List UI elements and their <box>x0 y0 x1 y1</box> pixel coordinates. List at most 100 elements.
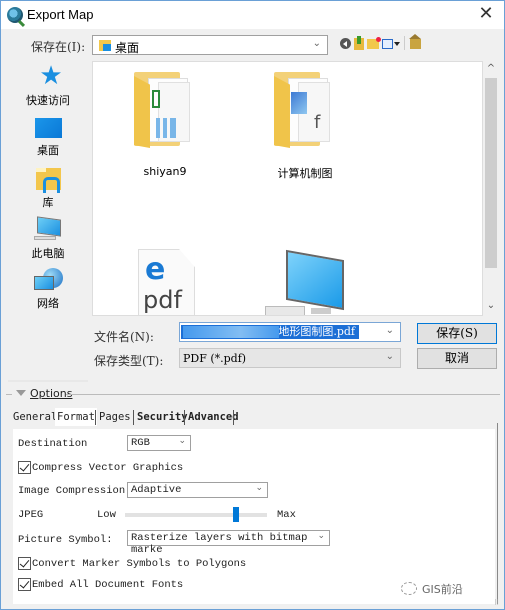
jpeg-max-label: Max <box>277 509 296 521</box>
place-label: 快速访问 <box>26 94 70 107</box>
options-section-header[interactable]: Options <box>6 387 500 401</box>
filetype-value: PDF (*.pdf) <box>183 352 247 365</box>
tab-divider <box>233 410 234 425</box>
jpeg-quality-slider-track[interactable] <box>125 513 267 517</box>
quick-access-star-icon: ★ <box>39 61 63 91</box>
tab-divider <box>184 410 185 425</box>
image-compression-label: Image Compression: <box>18 485 132 497</box>
file-name: shiyan9 <box>143 165 187 178</box>
keyboard-icon <box>265 306 305 315</box>
tab-pages[interactable]: Pages <box>97 408 133 426</box>
this-pc-icon <box>37 216 61 237</box>
places-bar: ★ 快速访问 桌面 库 此电脑 网络 <box>8 58 88 318</box>
tab-general[interactable]: General <box>11 408 59 426</box>
filetype-label: 保存类型(T): <box>94 354 164 368</box>
file-item-folder[interactable]: shiyan9 <box>120 72 210 182</box>
tab-security[interactable]: Security <box>135 408 190 426</box>
filename-input[interactable]: 地形图制图.pdf ⌄ <box>179 322 401 342</box>
chevron-down-icon: ⌄ <box>317 531 325 541</box>
edge-pdf-icon: e <box>145 252 166 287</box>
libraries-icon <box>36 168 61 193</box>
embed-fonts-checkbox[interactable] <box>18 578 31 591</box>
watermark-text: GIS前沿 <box>422 583 463 596</box>
convert-marker-checkbox[interactable] <box>18 557 31 570</box>
tab-divider <box>133 410 134 425</box>
jpeg-label: JPEG <box>18 509 44 521</box>
place-desktop[interactable]: 桌面 <box>8 116 88 160</box>
keyboard-icon <box>34 236 56 240</box>
tab-format[interactable]: Format <box>55 408 97 426</box>
destination-dropdown[interactable]: RGB ⌄ <box>127 435 191 451</box>
scroll-down-icon[interactable]: ⌄ <box>483 300 499 314</box>
divider <box>8 380 88 382</box>
image-compression-value: Adaptive <box>131 484 182 496</box>
scroll-thumb[interactable] <box>485 78 497 268</box>
destination-value: RGB <box>131 437 150 449</box>
picture-symbol-value: Rasterize layers with bitmap marke <box>131 532 308 556</box>
view-menu-dropdown-arrow-icon[interactable] <box>394 42 400 46</box>
file-list[interactable]: shiyan9 f 计算机制图 e pdf <box>92 61 483 316</box>
place-this-pc[interactable]: 此电脑 <box>8 216 88 262</box>
monitor-stand-icon <box>311 308 331 314</box>
desktop-icon <box>35 118 62 138</box>
network-icon <box>34 276 54 290</box>
convert-marker-label: Convert Marker Symbols to Polygons <box>32 558 247 570</box>
place-label: 此电脑 <box>31 247 65 260</box>
file-item-pdf[interactable]: e pdf <box>138 249 195 315</box>
window-title: Export Map <box>27 7 94 22</box>
place-label: 桌面 <box>37 144 59 157</box>
chevron-down-icon: ⌄ <box>178 436 186 446</box>
arcgis-app-icon <box>7 7 23 23</box>
divider <box>66 394 500 395</box>
save-in-dropdown[interactable]: 桌面 ⌄ <box>92 35 328 55</box>
new-folder-icon[interactable] <box>367 37 381 49</box>
divider <box>6 394 12 395</box>
back-icon[interactable] <box>340 38 351 49</box>
compress-vector-checkbox[interactable] <box>18 461 31 474</box>
tab-divider <box>95 410 96 425</box>
panel-border <box>497 423 498 604</box>
scroll-up-icon[interactable]: ^ <box>483 63 499 77</box>
file-list-scrollbar[interactable]: ^ ⌄ <box>483 61 499 316</box>
compress-vector-label: Compress Vector Graphics <box>32 462 184 474</box>
save-in-label: 保存在(I): <box>31 40 86 54</box>
home-icon[interactable] <box>409 34 421 49</box>
desktop-folder-icon <box>99 40 111 51</box>
pdf-ext-label: pdf <box>143 286 182 314</box>
filename-value: 地形图制图.pdf <box>278 325 355 338</box>
wechat-icon <box>401 582 417 595</box>
jpeg-low-label: Low <box>97 509 116 521</box>
filename-label: 文件名(N): <box>94 330 154 344</box>
close-button[interactable]: ✕ <box>476 4 496 24</box>
destination-label: Destination <box>18 438 88 450</box>
chevron-down-icon: ⌄ <box>385 351 394 362</box>
folder-icon <box>134 72 196 148</box>
chevron-down-icon[interactable]: ⌄ <box>386 325 394 336</box>
view-menu-icon[interactable] <box>382 39 393 49</box>
folder-icon: f <box>274 72 336 148</box>
embed-fonts-label: Embed All Document Fonts <box>32 579 184 591</box>
place-network[interactable]: 网络 <box>8 268 88 312</box>
up-folder-icon[interactable] <box>354 36 364 50</box>
jpeg-quality-slider-thumb[interactable] <box>232 507 239 522</box>
save-button[interactable]: 保存(S) <box>417 323 497 344</box>
title-bar: Export Map ✕ <box>1 1 504 29</box>
image-compression-dropdown[interactable]: Adaptive ⌄ <box>127 482 268 498</box>
cancel-button[interactable]: 取消 <box>417 348 497 369</box>
place-libraries[interactable]: 库 <box>8 168 88 212</box>
place-quick-access[interactable]: ★ 快速访问 <box>8 61 88 108</box>
picture-symbol-dropdown[interactable]: Rasterize layers with bitmap marke ⌄ <box>127 530 330 556</box>
save-in-value: 桌面 <box>115 41 140 55</box>
filetype-dropdown[interactable]: PDF (*.pdf) ⌄ <box>179 348 401 368</box>
filename-selection: 地形图制图.pdf <box>181 325 359 339</box>
picture-symbol-label: Picture Symbol: <box>18 534 113 546</box>
file-item-folder[interactable]: f 计算机制图 <box>260 72 350 182</box>
file-name: 计算机制图 <box>277 167 333 180</box>
place-label: 库 <box>42 196 54 209</box>
file-item-computer-icon[interactable] <box>286 249 344 311</box>
chevron-down-icon: ⌄ <box>312 38 321 49</box>
resize-grip-icon[interactable]: ⠿ <box>494 599 502 607</box>
toolbar-separator <box>404 36 405 50</box>
chevron-down-icon: ⌄ <box>255 483 263 493</box>
collapse-triangle-icon[interactable] <box>16 390 26 396</box>
